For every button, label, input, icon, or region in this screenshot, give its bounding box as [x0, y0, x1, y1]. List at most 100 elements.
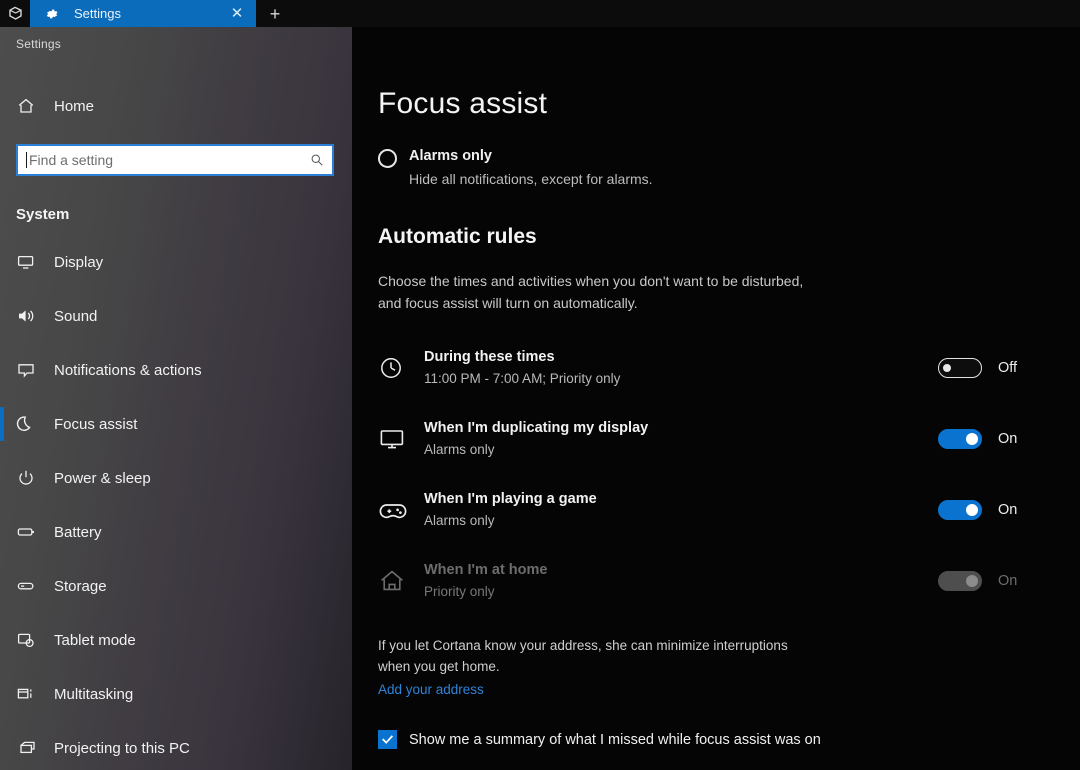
- rule-toggle-wrap: On: [938, 499, 1058, 520]
- sidebar-item-notifications[interactable]: Notifications & actions: [0, 343, 352, 397]
- home-icon: [16, 96, 46, 116]
- rule-subtitle: Alarms only: [424, 512, 495, 528]
- radio-label: Alarms only: [409, 148, 492, 164]
- sidebar-item-label: Projecting to this PC: [54, 739, 190, 757]
- toggle-state-label: On: [998, 572, 1018, 589]
- rule-texts: When I'm playing a game Alarms only: [424, 490, 938, 530]
- gamepad-icon: [378, 497, 416, 523]
- moon-icon: [16, 414, 46, 434]
- radio-button[interactable]: [378, 149, 397, 168]
- page-title: Focus assist: [378, 87, 548, 120]
- toggle-knob: [966, 432, 978, 445]
- radio-description: Hide all notifications, except for alarm…: [409, 171, 653, 187]
- sidebar-item-storage[interactable]: Storage: [0, 559, 352, 613]
- rule-subtitle: 11:00 PM - 7:00 AM; Priority only: [424, 370, 621, 386]
- sidebar-item-battery[interactable]: Battery: [0, 505, 352, 559]
- display-icon: [16, 252, 46, 272]
- toggle-knob: [966, 574, 978, 587]
- sidebar-item-label: Tablet mode: [54, 631, 136, 649]
- sidebar-item-projecting[interactable]: Projecting to this PC: [0, 721, 352, 770]
- power-icon: [16, 468, 46, 488]
- rule-texts: During these times 11:00 PM - 7:00 AM; P…: [424, 348, 938, 388]
- tab-title: Settings: [74, 6, 121, 21]
- toggle-state-label: Off: [998, 359, 1018, 376]
- tab-settings[interactable]: Settings ✕: [30, 0, 256, 27]
- monitor-icon: [378, 425, 416, 453]
- sound-icon: [16, 306, 46, 326]
- rule-texts: When I'm duplicating my display Alarms o…: [424, 419, 938, 459]
- toggle-knob: [966, 503, 978, 516]
- automatic-rules-list: During these times 11:00 PM - 7:00 AM; P…: [378, 332, 1058, 616]
- tablet-icon: [16, 630, 46, 650]
- sidebar-item-label: Focus assist: [54, 415, 138, 433]
- sidebar-item-label: Notifications & actions: [54, 361, 202, 379]
- rule-subtitle: Priority only: [424, 583, 495, 599]
- clock-icon: [378, 355, 416, 381]
- toggle-state-label: On: [998, 430, 1018, 447]
- radio-texts: Alarms only Hide all notifications, exce…: [409, 147, 653, 188]
- sidebar-item-label: Sound: [54, 307, 98, 325]
- rule-title: When I'm at home: [424, 561, 548, 578]
- house-icon: [378, 567, 416, 595]
- sets-app-icon: [0, 0, 30, 27]
- sidebar-item-label: Power & sleep: [54, 469, 151, 487]
- toggle-switch: [938, 570, 982, 591]
- sidebar-item-label: Battery: [54, 523, 102, 541]
- toggle-switch[interactable]: [938, 499, 982, 520]
- rule-subtitle: Alarms only: [424, 441, 495, 457]
- sidebar-nav-list: Display Sound Notifications & actions Fo…: [0, 235, 352, 770]
- check-icon: [381, 735, 394, 744]
- toggle-knob: [943, 363, 951, 372]
- rule-title: During these times: [424, 348, 555, 365]
- search-icon[interactable]: [308, 153, 326, 167]
- rule-during-these-times[interactable]: During these times 11:00 PM - 7:00 AM; P…: [378, 332, 1058, 403]
- notifications-icon: [16, 360, 46, 380]
- rule-playing-a-game[interactable]: When I'm playing a game Alarms only On: [378, 474, 1058, 545]
- focus-mode-option-alarms-only[interactable]: Alarms only Hide all notifications, exce…: [378, 147, 1038, 188]
- app-title-label: Settings: [16, 37, 61, 51]
- rule-toggle-wrap: On: [938, 428, 1058, 449]
- sidebar-item-focus-assist[interactable]: Focus assist: [0, 397, 352, 451]
- summary-checkbox-row[interactable]: Show me a summary of what I missed while…: [378, 730, 821, 749]
- section-description: Choose the times and activities when you…: [378, 273, 804, 311]
- toggle-switch[interactable]: [938, 357, 982, 378]
- cortana-address-note: If you let Cortana know your address, sh…: [378, 638, 788, 674]
- rule-texts: When I'm at home Priority only: [424, 561, 938, 601]
- new-tab-button[interactable]: +: [256, 0, 294, 27]
- battery-icon: [16, 522, 46, 542]
- tab-strip: Settings ✕ +: [0, 0, 1080, 27]
- rule-title: When I'm duplicating my display: [424, 419, 649, 436]
- rule-toggle-wrap: Off: [938, 357, 1058, 378]
- toggle-state-label: On: [998, 501, 1018, 518]
- sidebar-item-power-sleep[interactable]: Power & sleep: [0, 451, 352, 505]
- storage-icon: [16, 576, 46, 596]
- sidebar-item-label: Multitasking: [54, 685, 134, 703]
- sidebar-item-display[interactable]: Display: [0, 235, 352, 289]
- rule-when-at-home[interactable]: When I'm at home Priority only On: [378, 545, 1058, 616]
- sidebar-item-label: Display: [54, 253, 104, 271]
- sidebar-item-tablet-mode[interactable]: Tablet mode: [0, 613, 352, 667]
- sidebar-item-home[interactable]: Home: [0, 79, 352, 133]
- close-icon[interactable]: ✕: [226, 3, 248, 25]
- section-heading-automatic-rules: Automatic rules: [378, 225, 537, 248]
- rule-title: When I'm playing a game: [424, 490, 597, 507]
- sidebar-item-label: Storage: [54, 577, 107, 595]
- sidebar-item-multitasking[interactable]: Multitasking: [0, 667, 352, 721]
- settings-window: Settings ✕ + Settings Home Find a settin…: [0, 0, 1080, 770]
- rule-toggle-wrap: On: [938, 570, 1058, 591]
- search-input[interactable]: [27, 151, 308, 169]
- sidebar-group-system: System: [16, 205, 70, 223]
- multitasking-icon: [16, 684, 46, 704]
- sidebar: Settings Home System: [0, 27, 352, 770]
- add-your-address-link[interactable]: Add your address: [378, 682, 484, 697]
- sidebar-item-sound[interactable]: Sound: [0, 289, 352, 343]
- rule-duplicating-display[interactable]: When I'm duplicating my display Alarms o…: [378, 403, 1058, 474]
- projecting-icon: [16, 738, 46, 758]
- sidebar-item-label: Home: [54, 97, 95, 115]
- content-pane: Focus assist Alarms only Hide all notifi…: [352, 27, 1080, 770]
- toggle-switch[interactable]: [938, 428, 982, 449]
- gear-icon: [44, 6, 60, 22]
- summary-checkbox-label: Show me a summary of what I missed while…: [409, 731, 821, 748]
- search-box[interactable]: [16, 144, 334, 176]
- checkbox[interactable]: [378, 730, 397, 749]
